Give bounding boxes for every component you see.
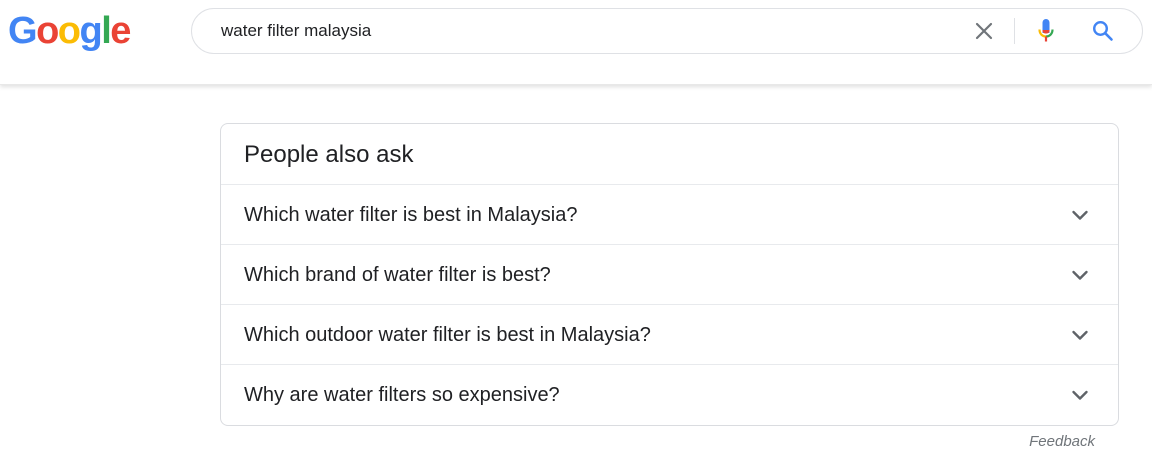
chevron-down-icon — [1072, 390, 1088, 400]
question-item[interactable]: Why are water filters so expensive? — [221, 365, 1118, 425]
search-box — [191, 8, 1143, 54]
logo-letter: g — [79, 10, 103, 52]
chevron-down-icon — [1072, 330, 1088, 340]
search-button[interactable] — [1083, 9, 1123, 53]
logo-letter: o — [36, 10, 59, 52]
question-text: Which brand of water filter is best? — [244, 264, 551, 286]
close-icon — [975, 22, 993, 40]
question-text: Which water filter is best in Malaysia? — [244, 204, 578, 226]
chevron-down-icon — [1072, 270, 1088, 280]
question-item[interactable]: Which brand of water filter is best? — [221, 245, 1118, 305]
clear-button[interactable] — [964, 9, 1004, 53]
chevron-down-icon — [1072, 210, 1088, 220]
people-also-ask-panel: People also ask Which water filter is be… — [220, 123, 1119, 426]
feedback-link[interactable]: Feedback — [1029, 433, 1095, 450]
question-text: Which outdoor water filter is best in Ma… — [244, 324, 651, 346]
people-also-ask-title: People also ask — [221, 124, 1118, 185]
search-divider — [1014, 18, 1015, 44]
mic-icon — [1038, 19, 1054, 42]
logo-letter: e — [110, 10, 131, 52]
question-text: Why are water filters so expensive? — [244, 384, 560, 406]
search-input[interactable] — [221, 9, 961, 53]
search-icon — [1092, 20, 1113, 41]
logo-letter: G — [8, 10, 38, 52]
google-logo[interactable]: Google — [8, 9, 131, 53]
logo-letter: o — [57, 10, 81, 52]
logo-letter: l — [101, 10, 112, 52]
voice-search-button[interactable] — [1026, 9, 1066, 53]
question-item[interactable]: Which water filter is best in Malaysia? — [221, 185, 1118, 245]
header: Google — [0, 0, 1152, 85]
question-item[interactable]: Which outdoor water filter is best in Ma… — [221, 305, 1118, 365]
